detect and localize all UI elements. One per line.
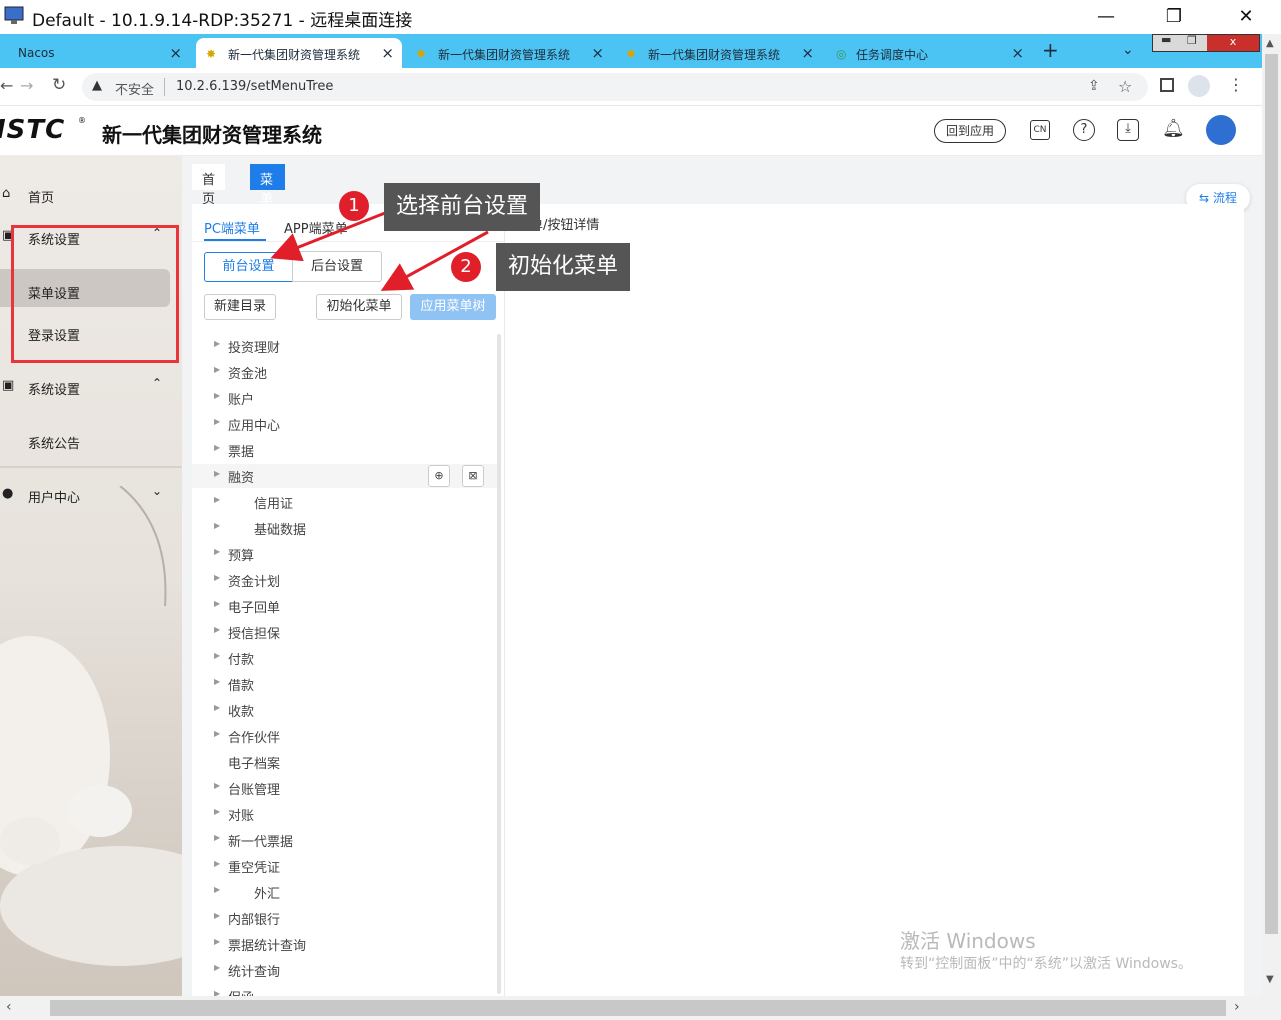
activation-watermark-title: 激活 Windows <box>900 929 1036 953</box>
scroll-right-icon[interactable]: › <box>1234 999 1240 1015</box>
scroll-thumb[interactable] <box>1265 54 1278 934</box>
scroll-thumb[interactable] <box>50 1000 1226 1016</box>
step-1-callout: 选择前台设置 <box>384 183 541 231</box>
activation-watermark-text: 转到“控制面板”中的“系统”以激活 Windows。 <box>900 956 1192 972</box>
arrow-to-front-settings <box>270 211 386 262</box>
step-2-callout: 初始化菜单 <box>496 243 631 291</box>
vertical-scrollbar[interactable]: ▲ ▼ <box>1262 34 1281 996</box>
scroll-down-icon[interactable]: ▼ <box>1266 974 1274 985</box>
step-1-badge: 1 <box>339 191 369 221</box>
step-2-badge: 2 <box>451 252 481 282</box>
annotation-arrows <box>270 211 489 291</box>
scroll-up-icon[interactable]: ▲ <box>1266 38 1274 49</box>
scroll-left-icon[interactable]: ‹ <box>6 999 12 1015</box>
horizontal-scrollbar[interactable]: ‹ › <box>0 996 1281 1020</box>
